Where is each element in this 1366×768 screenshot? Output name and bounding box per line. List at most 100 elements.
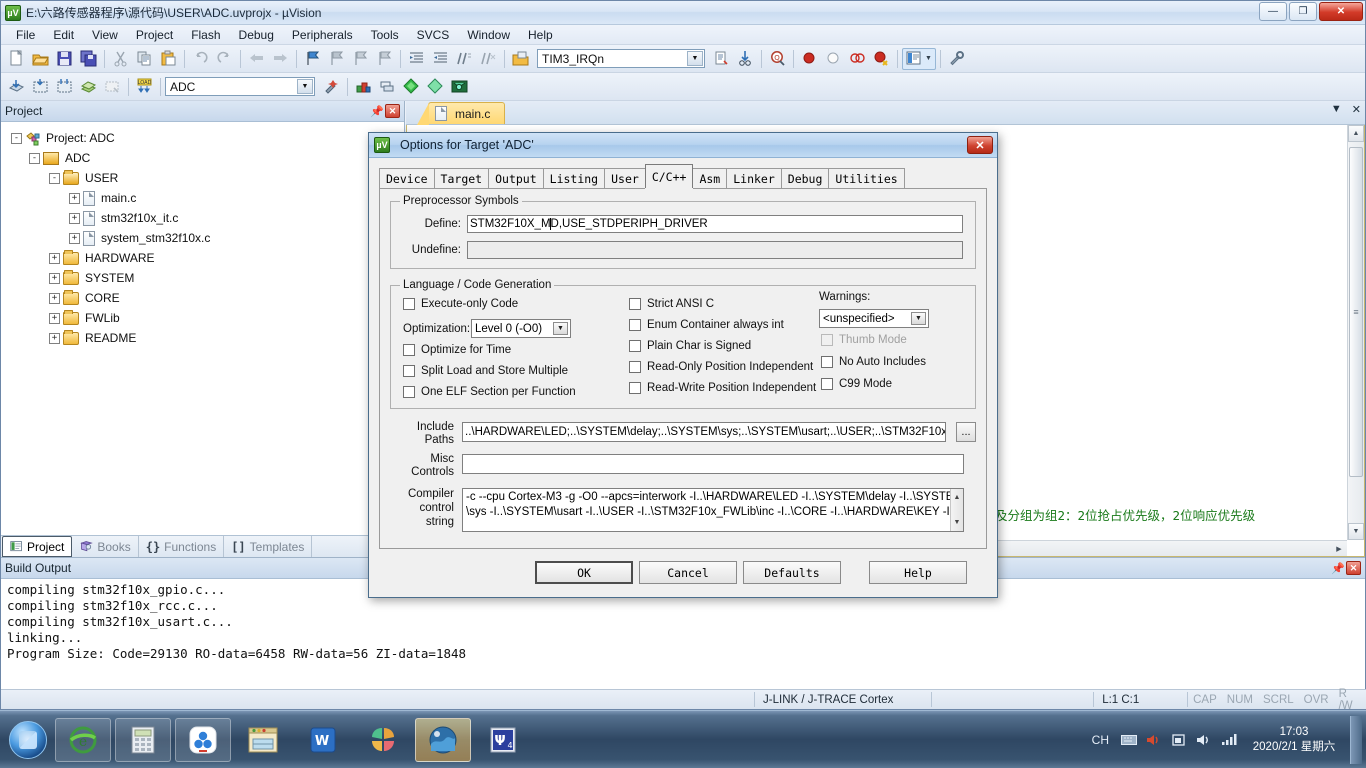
scroll-up-icon[interactable]: ▲ (1348, 125, 1364, 142)
download-icon[interactable]: LOAD (133, 76, 156, 98)
save-all-icon[interactable] (77, 48, 100, 70)
dialog-close-button[interactable]: ✕ (967, 136, 993, 154)
checkbox-read-only-position-independent[interactable]: Read-Only Position Independent (629, 361, 813, 373)
checkbox-box[interactable] (403, 365, 415, 377)
expander-icon[interactable]: + (49, 292, 60, 304)
target-options-icon[interactable] (320, 76, 343, 98)
bookmark-next-icon[interactable] (349, 48, 372, 70)
expander-icon[interactable]: - (11, 132, 22, 144)
define-input[interactable]: STM32F10X_M D,USE_STDPERIPH_DRIVER (467, 215, 963, 233)
undefine-input[interactable] (467, 241, 963, 259)
restore-button[interactable]: ❐ (1289, 2, 1317, 21)
expander-icon[interactable]: + (69, 192, 80, 204)
navigate-forward-icon[interactable] (269, 48, 292, 70)
project-window-icon[interactable]: ▼ (902, 47, 936, 70)
include-paths-browse-button[interactable]: ... (956, 422, 976, 442)
chevron-down-icon[interactable]: ▼ (925, 55, 932, 62)
speaker-mute-icon[interactable] (1145, 731, 1163, 749)
chevron-down-icon[interactable]: ▼ (553, 322, 568, 335)
close-icon[interactable]: ✕ (385, 104, 400, 118)
tab-functions[interactable]: {} Functions (139, 536, 225, 557)
taskbar-item-picture-window[interactable] (415, 717, 471, 762)
scrollbar-thumb[interactable] (1349, 147, 1363, 477)
chevron-down-icon[interactable]: ▼ (297, 79, 313, 94)
menu-tools[interactable]: Tools (362, 26, 408, 44)
tree-item-group-fwlib[interactable]: + FWLib (9, 308, 404, 328)
insert-breakpoint-icon[interactable] (798, 48, 821, 70)
compiler-control-string-textarea[interactable]: -c --cpu Cortex-M3 -g -O0 --apcs=interwo… (462, 488, 964, 532)
rebuild-icon[interactable] (53, 76, 76, 98)
checkbox-box[interactable] (821, 356, 833, 368)
document-tab-main-c[interactable]: main.c (416, 102, 506, 125)
insert-include-icon[interactable] (710, 48, 733, 70)
expander-icon[interactable]: + (49, 272, 60, 284)
scroll-up-icon[interactable]: ▲ (954, 489, 961, 506)
menu-view[interactable]: View (83, 26, 127, 44)
checkbox-no-auto-includes[interactable]: No Auto Includes (821, 356, 926, 368)
checkbox-strict-ansi-c[interactable]: Strict ANSI C (629, 298, 714, 310)
tree-item-file-stm32f10x-it-c[interactable]: + stm32f10x_it.c (9, 208, 404, 228)
menu-edit[interactable]: Edit (44, 26, 83, 44)
checkbox-box[interactable] (403, 298, 415, 310)
menu-project[interactable]: Project (127, 26, 182, 44)
checkbox-box[interactable] (403, 386, 415, 398)
tab-listing[interactable]: Listing (542, 168, 606, 188)
menu-svcs[interactable]: SVCS (408, 26, 459, 44)
tree-item-target-adc[interactable]: - ADC (9, 148, 404, 168)
windows-start-orb[interactable] (9, 720, 47, 759)
new-file-icon[interactable] (5, 48, 28, 70)
tab-output[interactable]: Output (488, 168, 544, 188)
help-button[interactable]: Help (869, 561, 967, 584)
keyboard-icon[interactable] (1120, 731, 1138, 749)
stop-build-icon[interactable] (101, 76, 124, 98)
checkbox-one-elf-section-per-function[interactable]: One ELF Section per Function (403, 386, 576, 398)
search-symbol-input[interactable]: TIM3_IRQn ▼ (537, 49, 705, 68)
menu-flash[interactable]: Flash (182, 26, 229, 44)
kill-breakpoints-icon[interactable] (870, 48, 893, 70)
tree-item-group-core[interactable]: + CORE (9, 288, 404, 308)
include-paths-input[interactable]: ..\HARDWARE\LED;..\SYSTEM\delay;..\SYSTE… (462, 422, 946, 442)
chevron-down-icon[interactable]: ▼ (911, 312, 926, 325)
start-button[interactable] (3, 718, 53, 762)
minimize-button[interactable]: — (1259, 2, 1287, 21)
tab-user[interactable]: User (604, 168, 646, 188)
open-file-icon[interactable] (29, 48, 52, 70)
navigate-back-icon[interactable] (245, 48, 268, 70)
tab-linker[interactable]: Linker (726, 168, 782, 188)
warnings-select[interactable]: <unspecified> ▼ (819, 309, 929, 328)
ime-indicator[interactable]: CH (1088, 733, 1113, 747)
checkbox-box[interactable] (629, 340, 641, 352)
taskbar-item-file-explorer[interactable] (235, 718, 291, 762)
paste-icon[interactable] (157, 48, 180, 70)
checkbox-box[interactable] (629, 361, 641, 373)
taskbar-clock[interactable]: 17:03 2020/2/1 星期六 (1245, 725, 1343, 755)
pin-icon[interactable]: 📌 (369, 103, 385, 119)
tab-target[interactable]: Target (433, 168, 490, 188)
cancel-button[interactable]: Cancel (639, 561, 737, 584)
cut-icon[interactable] (109, 48, 132, 70)
tree-item-project[interactable]: - Project: ADC (9, 128, 404, 148)
tree-item-file-system-stm32f10x-c[interactable]: + system_stm32f10x.c (9, 228, 404, 248)
checkbox-split-load-and-store-multiple[interactable]: Split Load and Store Multiple (403, 365, 568, 377)
copy-icon[interactable] (133, 48, 156, 70)
tab-utilities[interactable]: Utilities (828, 168, 905, 188)
tab-templates[interactable]: [] Templates (224, 536, 313, 557)
uncomment-icon[interactable] (477, 48, 500, 70)
ok-button[interactable]: OK (535, 561, 633, 584)
bookmark-prev-icon[interactable] (325, 48, 348, 70)
checkbox-enum-container-always-int[interactable]: Enum Container always int (629, 319, 784, 331)
bookmark-clear-icon[interactable] (373, 48, 396, 70)
editor-vertical-scrollbar[interactable]: ▲ ▼ (1347, 125, 1364, 540)
device-icon[interactable] (1170, 731, 1188, 749)
bookmark-toggle-icon[interactable] (301, 48, 324, 70)
menu-window[interactable]: Window (458, 26, 519, 44)
taskbar-item-app-blue[interactable] (175, 717, 231, 762)
checkbox-optimize-for-time[interactable]: Optimize for Time (403, 344, 511, 356)
taskbar-item-ie-browser[interactable]: e (55, 717, 111, 762)
tree-item-group-system[interactable]: + SYSTEM (9, 268, 404, 288)
checkbox-plain-char-is-signed[interactable]: Plain Char is Signed (629, 340, 751, 352)
close-button[interactable]: ✕ (1319, 2, 1363, 21)
pin-icon[interactable]: 📌 (1330, 560, 1346, 576)
menu-peripherals[interactable]: Peripherals (283, 26, 362, 44)
debug-reset-icon[interactable] (424, 76, 447, 98)
